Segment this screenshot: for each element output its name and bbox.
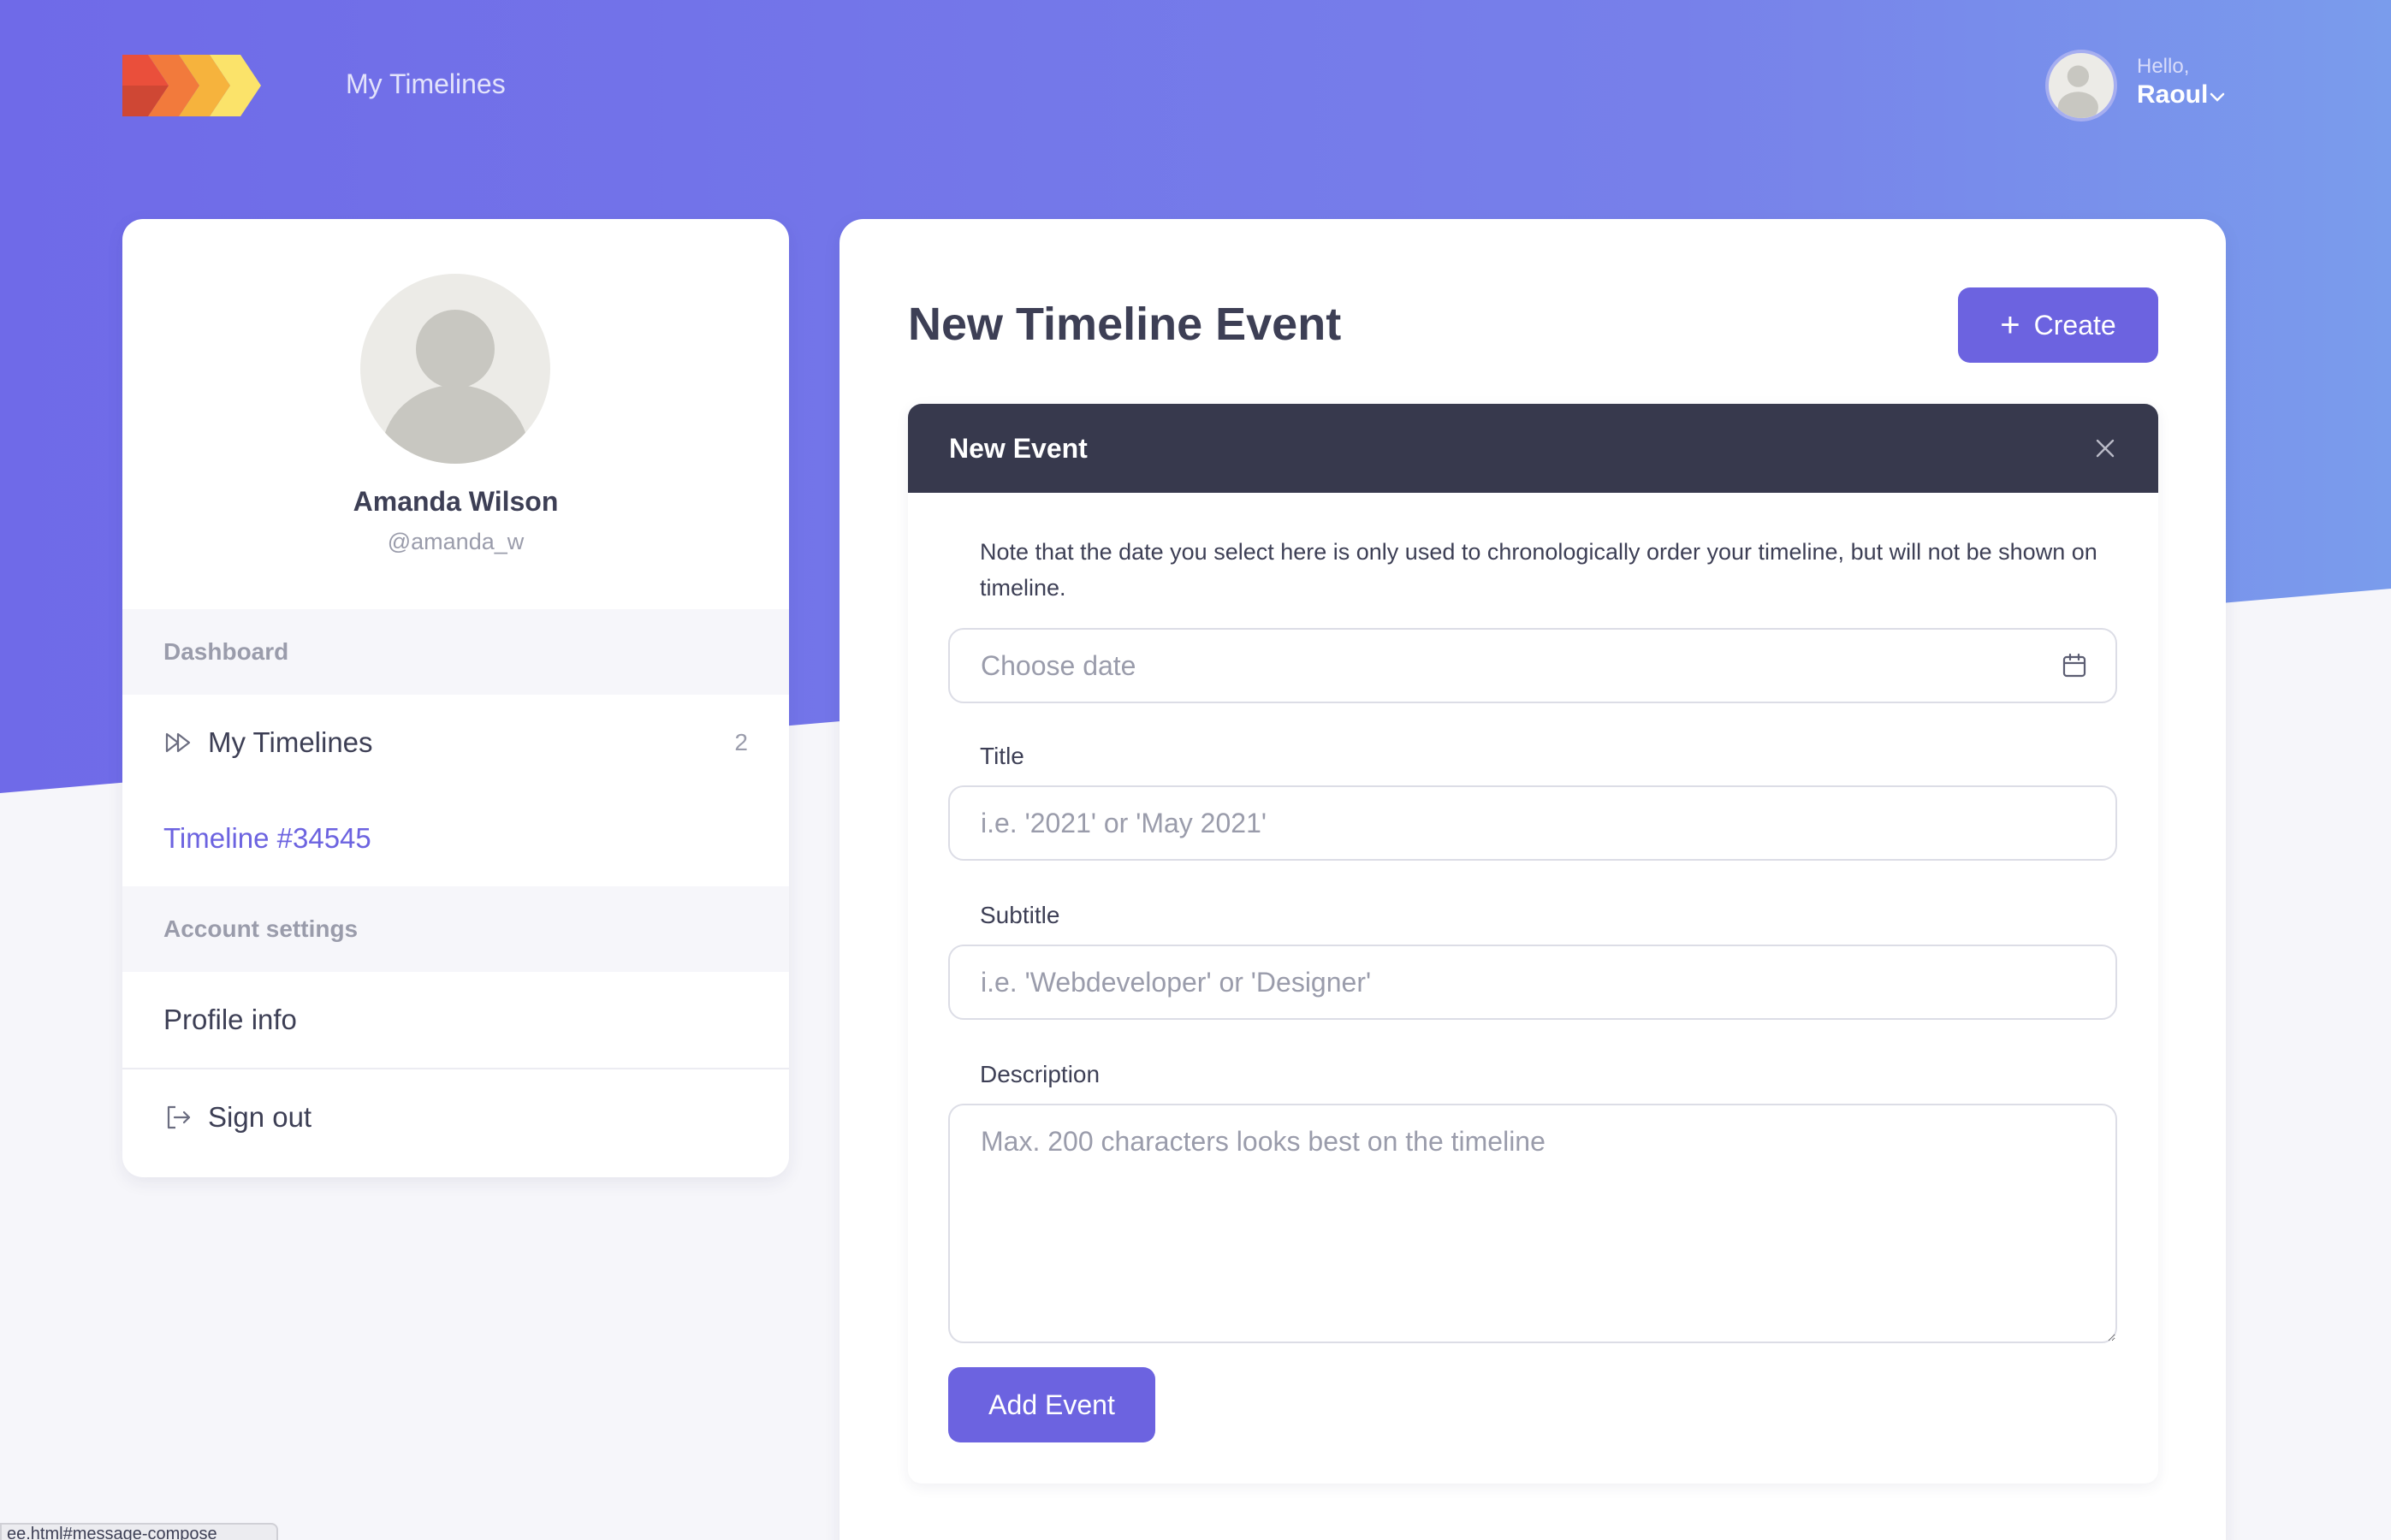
subtitle-label: Subtitle	[980, 902, 1060, 928]
timeline-count-badge: 2	[734, 729, 748, 755]
avatar	[2045, 50, 2117, 121]
create-button-label: Create	[2033, 309, 2116, 341]
add-event-button[interactable]: Add Event	[948, 1367, 1155, 1442]
sidebar-item-label: My Timelines	[208, 726, 373, 758]
section-dashboard: Dashboard	[122, 609, 789, 695]
date-note: Note that the date you select here is on…	[980, 539, 2097, 601]
calendar-icon	[2062, 653, 2086, 678]
page-title: New Timeline Event	[908, 299, 1342, 350]
section-account-settings: Account settings	[122, 886, 789, 972]
date-picker[interactable]: Choose date	[948, 628, 2117, 703]
user-silhouette-icon	[2057, 65, 2098, 118]
panel-title: New Event	[949, 432, 1088, 464]
status-bar-url: ee.html#message-compose	[0, 1523, 278, 1540]
sidebar-item-timeline-34545[interactable]: Timeline #34545	[122, 791, 789, 886]
chevron-down-icon	[2210, 92, 2225, 102]
sidebar-item-label: Timeline #34545	[163, 822, 371, 854]
plus-icon: +	[2000, 306, 2020, 344]
fast-forward-icon	[165, 732, 191, 753]
user-greeting: Hello,	[2137, 55, 2190, 78]
profile-sidebar: Amanda Wilson @amanda_w Dashboard My Tim…	[122, 219, 789, 1177]
user-silhouette-icon	[382, 310, 529, 464]
sidebar-item-label: Profile info	[163, 1004, 297, 1035]
description-textarea[interactable]	[948, 1104, 2117, 1343]
date-placeholder: Choose date	[981, 649, 1136, 681]
profile-handle: @amanda_w	[387, 529, 525, 554]
new-event-panel: New Event Note that the date you select …	[908, 404, 2158, 1484]
app-logo[interactable]	[122, 55, 261, 116]
create-button[interactable]: + Create	[1958, 287, 2158, 363]
nav-my-timelines[interactable]: My Timelines	[346, 68, 506, 100]
top-bar: My Timelines Hello, Raoul	[0, 0, 2391, 171]
panel-header: New Event	[908, 404, 2158, 493]
sidebar-item-sign-out[interactable]: Sign out	[122, 1069, 789, 1165]
sidebar-item-profile-info[interactable]: Profile info	[122, 972, 789, 1068]
close-icon[interactable]	[2093, 436, 2117, 460]
user-name: Raoul	[2137, 80, 2209, 109]
description-label: Description	[980, 1061, 1101, 1087]
main-content: New Timeline Event + Create New Event No…	[840, 219, 2226, 1540]
title-input[interactable]	[948, 785, 2117, 861]
sidebar-item-my-timelines[interactable]: My Timelines 2	[122, 695, 789, 791]
sidebar-item-label: Sign out	[208, 1101, 312, 1133]
user-menu[interactable]: Hello, Raoul	[2045, 48, 2229, 125]
title-label: Title	[980, 743, 1024, 769]
profile-name: Amanda Wilson	[353, 486, 559, 517]
sign-out-icon	[167, 1105, 191, 1129]
profile-avatar	[360, 274, 550, 464]
subtitle-input[interactable]	[948, 945, 2117, 1020]
